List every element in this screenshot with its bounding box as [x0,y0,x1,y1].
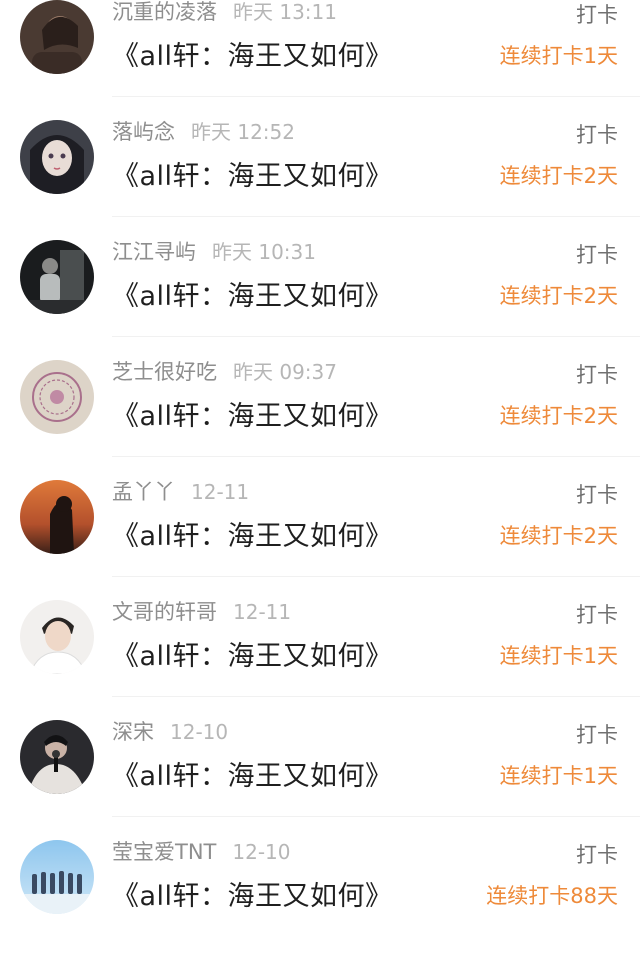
streak-count: 连续打卡1天 [499,644,618,668]
username[interactable]: 江江寻屿 [112,240,196,264]
username[interactable]: 落屿念 [112,120,175,144]
dark-portrait-avatar [20,0,94,74]
singer-microphone-avatar [20,720,94,794]
avatar[interactable] [20,240,94,314]
avatar[interactable] [20,840,94,914]
divider [112,816,640,817]
checkin-item[interactable]: 深宋 12-10 《all轩：海王又如何》 打卡 连续打卡1天 [0,720,640,840]
checkin-meta: 芝士很好吃 昨天 09:37 [112,356,337,388]
timestamp: 昨天 13:11 [233,0,337,24]
avatar[interactable] [20,600,94,674]
timestamp: 12-10 [170,720,229,744]
checkin-item[interactable]: 文哥的轩哥 12-11 《all轩：海王又如何》 打卡 连续打卡1天 [0,600,640,720]
divider [112,696,640,697]
streak-count: 连续打卡2天 [499,164,618,188]
checkin-label: 打卡 [576,843,618,867]
divider [112,216,640,217]
divider [112,576,640,577]
username[interactable]: 深宋 [112,720,154,744]
book-title[interactable]: 《all轩：海王又如何》 [112,394,393,433]
checkin-meta: 莹宝爱TNT 12-10 [112,836,291,868]
username[interactable]: 文哥的轩哥 [112,600,217,624]
book-title[interactable]: 《all轩：海王又如何》 [112,754,393,793]
book-title[interactable]: 《all轩：海王又如何》 [112,514,393,553]
username[interactable]: 沉重的凌落 [112,0,217,24]
checkin-meta: 江江寻屿 昨天 10:31 [112,236,316,268]
avatar[interactable] [20,720,94,794]
timestamp: 12-11 [233,600,292,624]
timestamp: 昨天 10:31 [212,240,316,264]
checkin-meta: 文哥的轩哥 12-11 [112,596,291,628]
checkin-label: 打卡 [576,123,618,147]
streak-count: 连续打卡1天 [499,764,618,788]
streak-count: 连续打卡1天 [499,44,618,68]
streak-count: 连续打卡2天 [499,524,618,548]
streak-count: 连续打卡2天 [499,284,618,308]
checkin-item[interactable]: 江江寻屿 昨天 10:31 《all轩：海王又如何》 打卡 连续打卡2天 [0,240,640,360]
checkin-item[interactable]: 落屿念 昨天 12:52 《all轩：海王又如何》 打卡 连续打卡2天 [0,120,640,240]
young-man-portrait-avatar [20,600,94,674]
divider [112,336,640,337]
avatar[interactable] [20,120,94,194]
checkin-meta: 孟丫丫 12-11 [112,476,249,508]
checkin-meta: 落屿念 昨天 12:52 [112,116,295,148]
checkin-item[interactable]: 孟丫丫 12-11 《all轩：海王又如何》 打卡 连续打卡2天 [0,480,640,600]
checkin-item[interactable]: 莹宝爱TNT 12-10 《all轩：海王又如何》 打卡 连续打卡88天 [0,840,640,960]
checkin-label: 打卡 [576,483,618,507]
anime-girl-avatar [20,120,94,194]
streak-count: 连续打卡88天 [486,884,618,908]
book-title[interactable]: 《all轩：海王又如何》 [112,274,393,313]
night-scene-avatar [20,240,94,314]
book-title[interactable]: 《all轩：海王又如何》 [112,874,393,913]
timestamp: 昨天 12:52 [191,120,295,144]
book-title[interactable]: 《all轩：海王又如何》 [112,634,393,673]
timestamp: 12-11 [191,480,250,504]
checkin-label: 打卡 [576,723,618,747]
username[interactable]: 孟丫丫 [112,480,175,504]
checkin-label: 打卡 [576,3,618,27]
username[interactable]: 莹宝爱TNT [112,840,216,864]
timestamp: 12-10 [232,840,291,864]
checkin-label: 打卡 [576,363,618,387]
sunset-silhouette-avatar [20,480,94,554]
timestamp: 昨天 09:37 [233,360,337,384]
checkin-label: 打卡 [576,243,618,267]
avatar[interactable] [20,0,94,74]
checkin-list: 沉重的凌落 昨天 13:11 《all轩：海王又如何》 打卡 连续打卡1天 落屿念… [0,0,640,925]
streak-count: 连续打卡2天 [499,404,618,428]
avatar[interactable] [20,480,94,554]
avatar[interactable] [20,360,94,434]
book-title[interactable]: 《all轩：海王又如何》 [112,154,393,193]
divider [112,456,640,457]
checkin-label: 打卡 [576,603,618,627]
book-title[interactable]: 《all轩：海王又如何》 [112,34,393,73]
checkin-item[interactable]: 芝士很好吃 昨天 09:37 《all轩：海王又如何》 打卡 连续打卡2天 [0,360,640,480]
checkin-item[interactable]: 沉重的凌落 昨天 13:11 《all轩：海王又如何》 打卡 连续打卡1天 [0,0,640,120]
badge-logo-avatar [20,360,94,434]
username[interactable]: 芝士很好吃 [112,360,217,384]
checkin-meta: 沉重的凌落 昨天 13:11 [112,0,337,28]
divider [112,96,640,97]
group-photo-avatar [20,840,94,914]
checkin-meta: 深宋 12-10 [112,716,228,748]
